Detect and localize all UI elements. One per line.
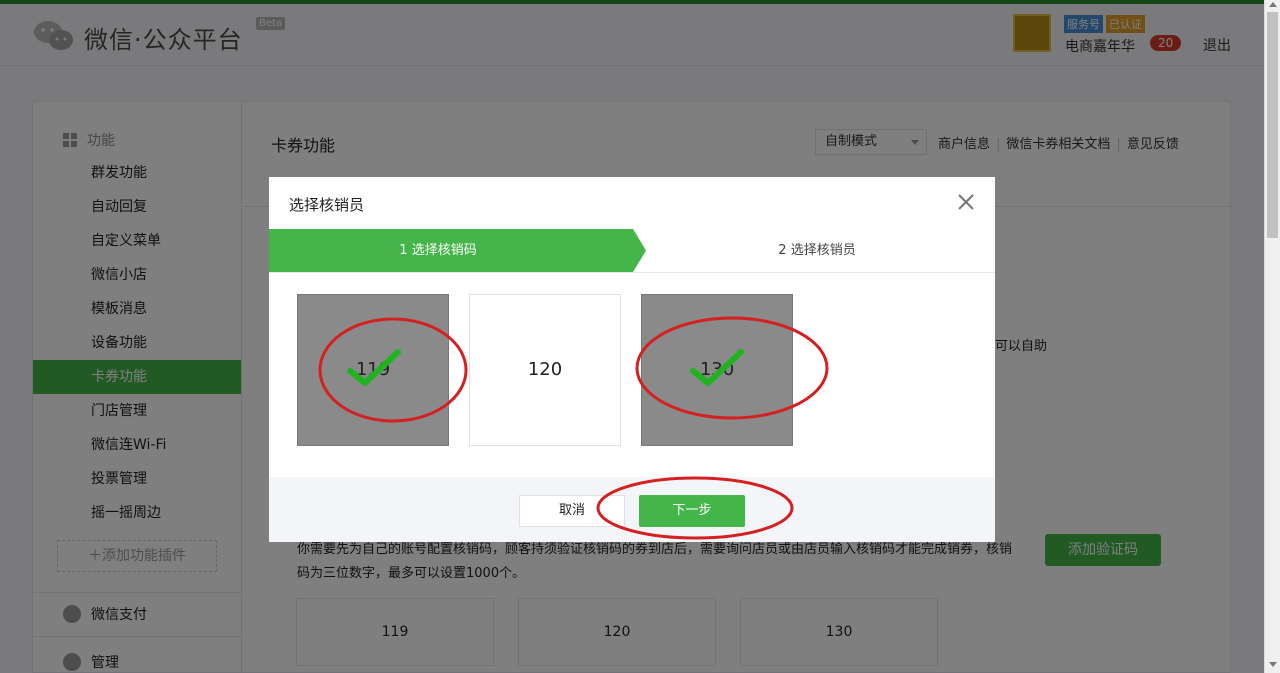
dialog-footer: 取消 下一步 (269, 477, 995, 542)
checkmark-icon (347, 349, 401, 386)
select-verifier-dialog: 选择核销员 1 选择核销码 2 选择核销员 119 120 130 取消 下一步 (269, 177, 995, 542)
code-option-120[interactable]: 120 (469, 294, 621, 446)
cancel-button[interactable]: 取消 (519, 495, 625, 527)
scroll-down-arrow-icon[interactable] (1269, 662, 1277, 667)
scroll-up-arrow-icon[interactable] (1269, 2, 1277, 7)
close-icon[interactable] (955, 191, 977, 213)
step-1: 1 选择核销码 (269, 229, 633, 272)
scrollbar[interactable] (1264, 0, 1280, 673)
step-2: 2 选择核销员 (778, 243, 856, 258)
scroll-thumb[interactable] (1267, 12, 1278, 238)
next-button[interactable]: 下一步 (639, 495, 745, 527)
checkmark-icon (690, 349, 744, 386)
dialog-title: 选择核销员 (289, 196, 365, 214)
dialog-header: 选择核销员 (269, 177, 995, 229)
step-indicator: 1 选择核销码 2 选择核销员 (269, 229, 995, 273)
